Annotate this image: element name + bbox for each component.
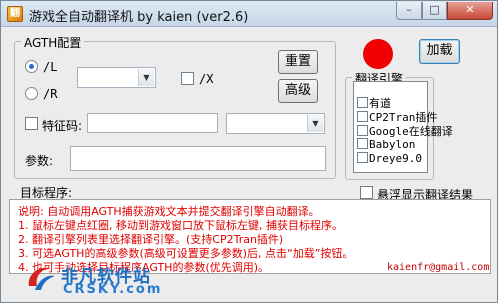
title-bar[interactable]: 翻 游戏全自动翻译机 by kaien (ver2.6) – □ ✕ [1, 1, 497, 27]
engine-checkbox[interactable] [357, 124, 368, 136]
engine-item-cp2tran[interactable]: CP2Tran插件 [357, 109, 437, 124]
radio-l-label: /L [43, 60, 58, 74]
params-label: 参数: [25, 154, 54, 168]
reset-button[interactable]: 重置 [278, 50, 318, 74]
window-title: 游戏全自动翻译机 by kaien (ver2.6) [29, 10, 249, 25]
engine-checkbox[interactable] [357, 110, 368, 122]
watermark-en: CRSKY.com [63, 282, 163, 297]
radio-r[interactable] [25, 87, 38, 100]
engine-item-dreye[interactable]: Dreye9.0 [357, 151, 422, 166]
engine-item-babylon[interactable]: Babylon [357, 137, 415, 152]
target-picker-red-circle[interactable] [363, 39, 393, 69]
feature-code-input[interactable] [87, 113, 218, 133]
engine-checkbox[interactable] [357, 152, 368, 163]
minimize-button[interactable]: – [396, 2, 422, 20]
load-button[interactable]: 加载 [419, 39, 460, 64]
app-window: 翻 游戏全自动翻译机 by kaien (ver2.6) – □ ✕ AGTH配… [0, 0, 498, 303]
float-result-checkbox[interactable] [360, 186, 373, 199]
agth-group-label: AGTH配置 [21, 34, 85, 51]
chevron-down-icon: ▼ [307, 115, 323, 132]
app-icon: 翻 [7, 6, 23, 22]
radio-r-label: /R [43, 87, 58, 101]
x-checkbox-label: /X [199, 72, 214, 86]
engine-list: 有道 CP2Tran插件 Google在线翻译 Babylon Dreye9.0 [353, 81, 453, 173]
engine-item-youdao[interactable]: 有道 [357, 95, 391, 110]
engine-item-google[interactable]: Google在线翻译 [357, 123, 453, 138]
feature-code-label: 特征码: [42, 119, 83, 133]
x-checkbox[interactable] [181, 72, 194, 85]
engine-checkbox[interactable] [357, 96, 368, 108]
agth-mode-combo[interactable]: ▼ [77, 67, 156, 88]
maximize-button[interactable]: □ [422, 2, 447, 20]
chevron-down-icon: ▼ [138, 69, 154, 86]
engine-label: Babylon [369, 138, 416, 151]
radio-l[interactable] [25, 60, 38, 73]
feature-code-combo[interactable]: ▼ [226, 113, 325, 134]
site-watermark: 非凡软件站 CRSKY.com [1, 260, 161, 300]
crsky-logo-icon [28, 267, 55, 290]
engine-label: Dreye9.0 [369, 152, 422, 165]
engine-checkbox[interactable] [357, 138, 368, 149]
author-email: kaienfr@gmail.com [387, 262, 490, 273]
close-button[interactable]: ✕ [447, 2, 493, 20]
params-input[interactable] [70, 146, 326, 171]
advanced-button[interactable]: 高级 [278, 79, 318, 103]
feature-code-checkbox[interactable] [25, 117, 38, 130]
